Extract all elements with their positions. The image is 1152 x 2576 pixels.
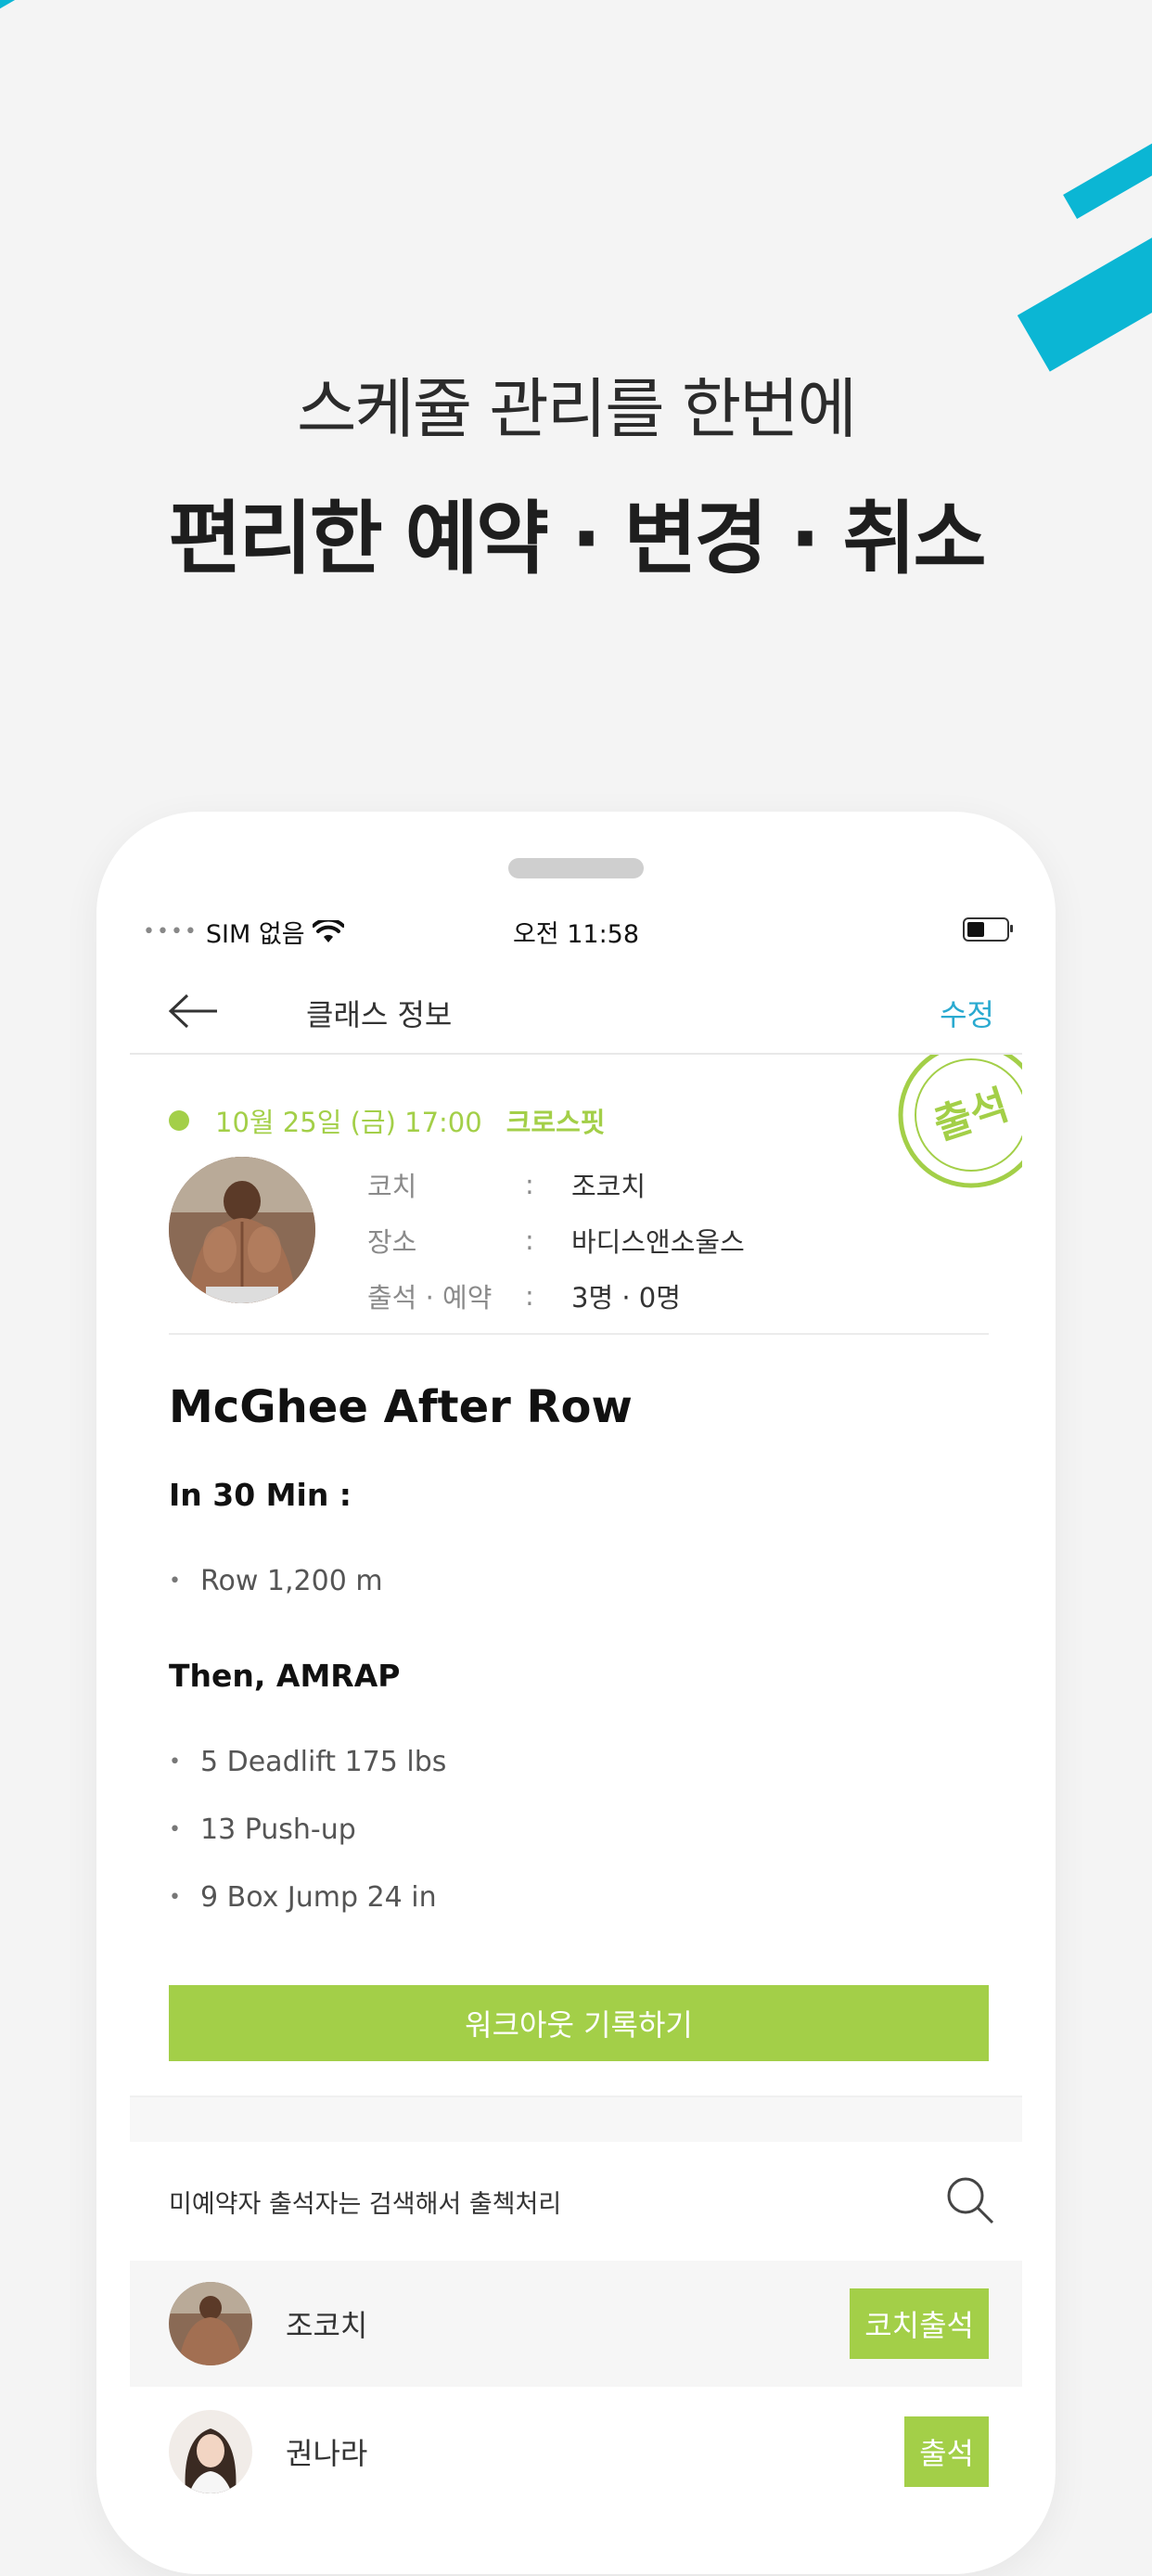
edit-button[interactable]: 수정 — [940, 992, 994, 1034]
bullet: • — [169, 1818, 181, 1841]
info-row-place: 장소 : 바디스앤소울스 — [367, 1212, 745, 1268]
record-workout-button[interactable]: 워크아웃 기록하기 — [169, 1985, 989, 2061]
search-row[interactable]: 미예약자 출석자는 검색해서 출첵처리 — [130, 2142, 1022, 2253]
list-item-text: 5 Deadlift 175 lbs — [200, 1746, 447, 1778]
info-colon: : — [525, 1280, 534, 1312]
battery-icon — [963, 917, 1013, 942]
list-item-text: 9 Box Jump 24 in — [200, 1881, 437, 1914]
nav-bar: 클래스 정보 수정 — [130, 969, 1022, 1055]
attend-button[interactable]: 출석 — [904, 2416, 989, 2487]
info-value: 조코치 — [571, 1171, 646, 1202]
status-dot-icon — [169, 1110, 189, 1131]
bullet: • — [169, 1570, 181, 1593]
class-date-row: 10월 25일 (금) 17:00 크로스핏 — [169, 1101, 605, 1140]
info-label: 코치 — [367, 1171, 417, 1202]
table-row: 권나라 출석 — [130, 2389, 1022, 2515]
coach-avatar — [169, 1157, 315, 1303]
class-type: 크로스핏 — [506, 1107, 606, 1138]
class-date: 10월 25일 (금) 17:00 — [215, 1107, 482, 1138]
promo-subtitle: 스케쥴 관리를 한번에 — [296, 371, 857, 447]
list-item: • Row 1,200 m — [169, 1565, 383, 1597]
workout-section-heading: In 30 Min : — [169, 1477, 352, 1513]
info-colon: : — [525, 1169, 534, 1200]
member-name: 권나라 — [286, 2436, 368, 2471]
avatar — [169, 2282, 252, 2365]
bullet: • — [169, 1750, 181, 1774]
info-colon: : — [525, 1224, 534, 1256]
stamp-text: 출석 — [928, 1082, 1015, 1150]
info-label: 출석 · 예약 — [367, 1282, 493, 1314]
search-hint: 미예약자 출석자는 검색해서 출첵처리 — [169, 2190, 562, 2219]
top-right-stripe-thick — [1017, 195, 1152, 372]
phone-frame: •••• SIM 없음 오전 11:58 클래스 정보 수정 출석 10월 25… — [96, 812, 1056, 2574]
list-item: • 5 Deadlift 175 lbs — [169, 1746, 446, 1778]
top-right-stripe-thin — [1063, 111, 1152, 219]
table-row: 조코치 코치출석 — [130, 2261, 1022, 2387]
info-value: 바디스앤소울스 — [571, 1226, 745, 1258]
bullet: • — [169, 1886, 181, 1909]
divider — [169, 1333, 989, 1335]
top-left-stripe — [0, 0, 282, 41]
promo-title: 편리한 예약 · 변경 · 취소 — [168, 493, 986, 585]
speaker-bar — [508, 858, 644, 878]
status-time: 오전 11:58 — [512, 920, 640, 949]
search-icon[interactable] — [944, 2174, 996, 2226]
attendance-stamp: 출석 — [898, 1055, 1022, 1188]
workout-section-heading: Then, AMRAP — [169, 1658, 401, 1694]
member-name: 조코치 — [286, 2308, 368, 2343]
page-title: 클래스 정보 — [306, 997, 453, 1032]
avatar — [169, 2410, 252, 2493]
list-item-text: Row 1,200 m — [200, 1565, 383, 1597]
info-row-attendance: 출석 · 예약 : 3명 · 0명 — [367, 1268, 745, 1324]
status-bar: •••• SIM 없음 오전 11:58 — [143, 914, 1013, 951]
list-item-text: 13 Push-up — [200, 1813, 356, 1846]
section-separator — [130, 2095, 1022, 2144]
info-label: 장소 — [367, 1226, 417, 1258]
list-item: • 13 Push-up — [169, 1813, 356, 1846]
workout-title: McGhee After Row — [169, 1381, 633, 1433]
info-value: 3명 · 0명 — [571, 1282, 681, 1314]
back-arrow-icon[interactable] — [165, 988, 221, 1034]
class-detail: 출석 10월 25일 (금) 17:00 크로스핏 코치 : 조코치 장소: … — [130, 1055, 1022, 2576]
class-info-table: 코치 : 조코치 장소 : 바디스앤소울스 출석 · 예약 : 3명 · 0명 — [367, 1157, 745, 1324]
coach-attend-button[interactable]: 코치출석 — [850, 2288, 989, 2359]
info-row-coach: 코치 : 조코치 — [367, 1157, 745, 1212]
list-item: • 9 Box Jump 24 in — [169, 1881, 437, 1914]
